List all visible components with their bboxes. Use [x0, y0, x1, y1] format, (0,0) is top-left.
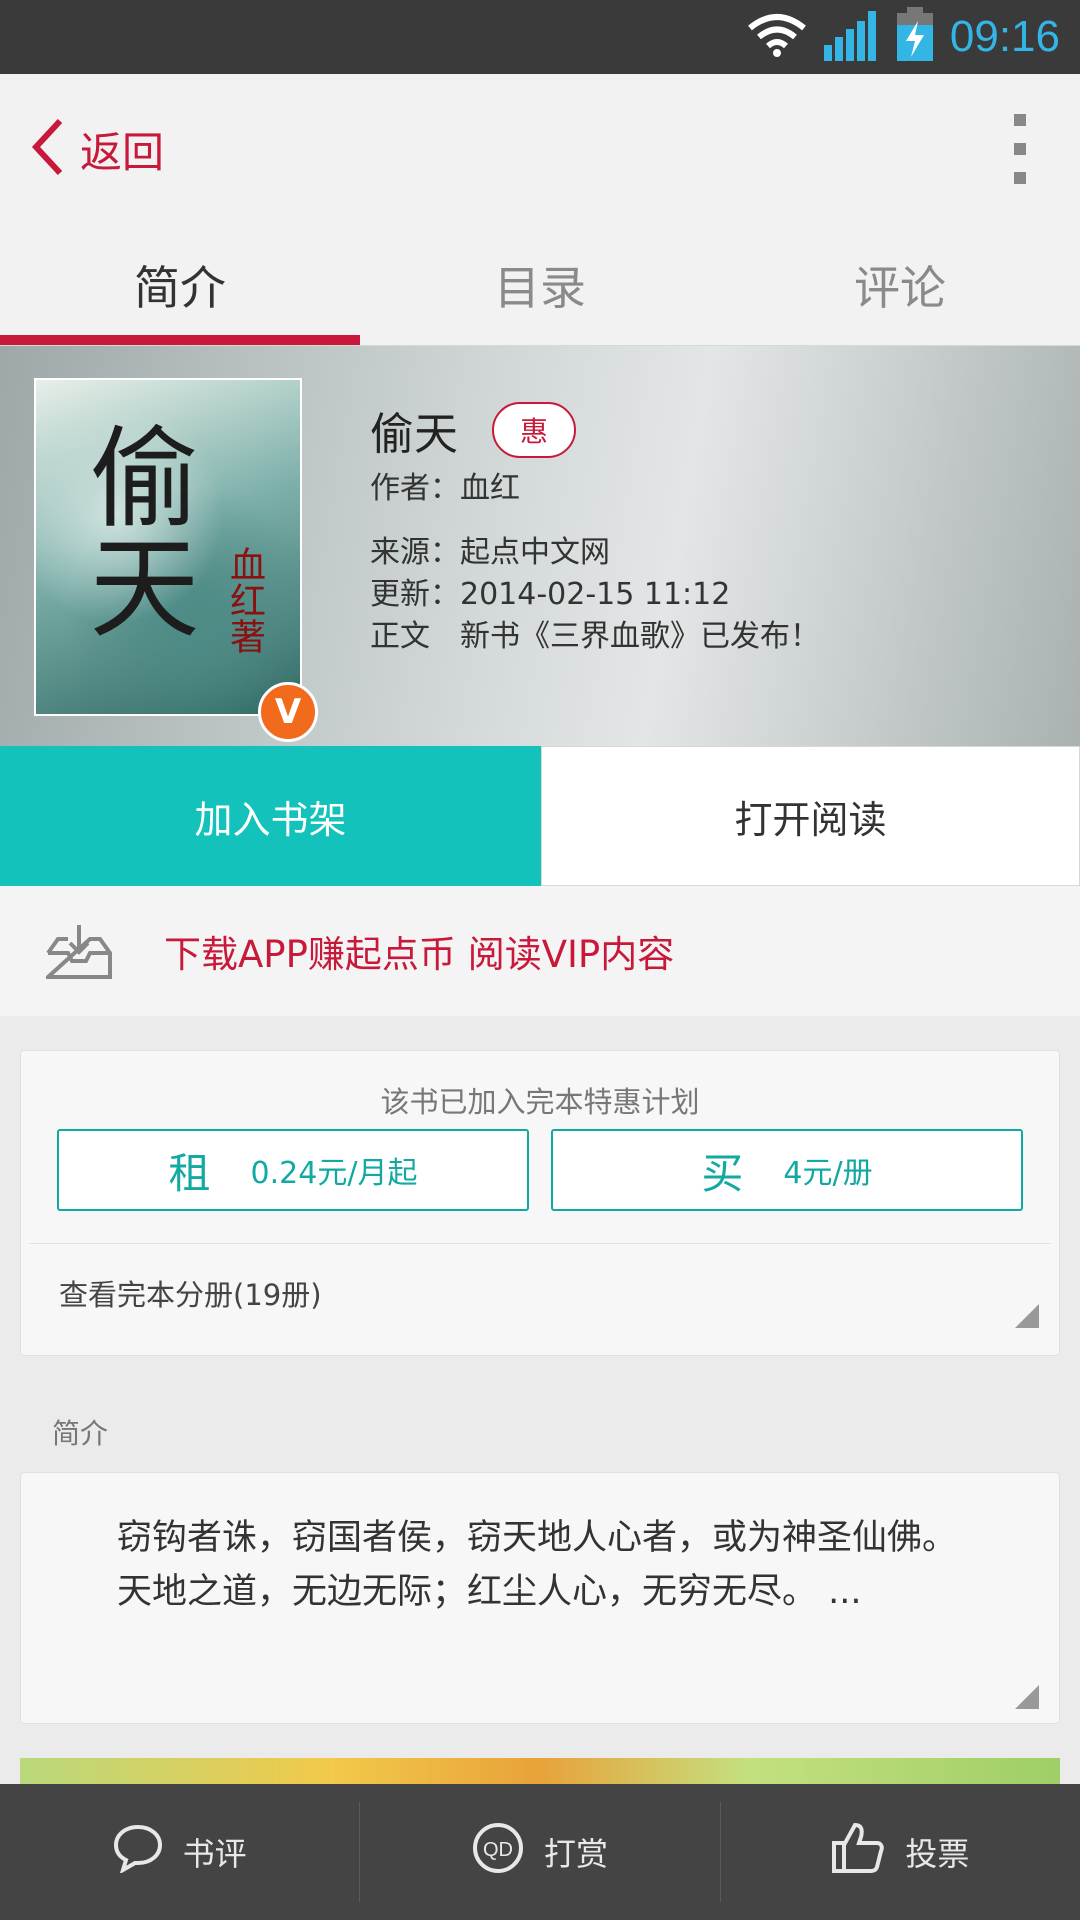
thumbs-up-icon	[831, 1821, 885, 1883]
top-bar: 返回	[0, 74, 1080, 224]
tab-intro[interactable]: 简介	[0, 224, 360, 345]
wifi-icon	[746, 12, 808, 62]
back-button[interactable]: 返回	[30, 99, 164, 199]
download-app-link[interactable]: 下载APP赚起点币 阅读VIP内容	[164, 924, 674, 978]
rent-label: 租	[168, 1148, 211, 1198]
view-volumes-label: 查看完本分册(19册)	[59, 1278, 322, 1312]
cover-title: 偷天	[70, 420, 199, 640]
book-header: 偷天 血红著 V 偷天 惠 作者：血红 来源：起点中文网 更新：2014-02-…	[0, 346, 1080, 746]
signal-icon	[823, 9, 880, 65]
expand-corner-icon	[1015, 1685, 1039, 1709]
plan-title: 该书已加入完本特惠计划	[380, 1085, 700, 1119]
intro-text: 窃钩者诛，窃国者侯，窃天地人心者，或为神圣仙佛。 天地之道，无边无际；红尘人心，…	[21, 1473, 1059, 1619]
rent-button[interactable]: 租 0.24元/月起	[57, 1129, 529, 1211]
vote-button[interactable]: 投票	[721, 1802, 1080, 1902]
add-to-shelf-button[interactable]: 加入书架	[0, 746, 541, 886]
action-row: 加入书架 打开阅读	[0, 746, 1080, 886]
review-label: 书评	[182, 1835, 247, 1873]
view-volumes-link[interactable]: 查看完本分册(19册)	[21, 1244, 1059, 1342]
expand-corner-icon	[1015, 1304, 1039, 1328]
intro-paragraph: 天地之道，无边无际；红尘人心，无穷无尽。 ...	[117, 1572, 862, 1612]
book-author: 作者：血红	[370, 471, 520, 506]
book-cover[interactable]: 偷天 血红著	[34, 378, 302, 716]
tab-catalog[interactable]: 目录	[360, 224, 720, 345]
intro-section-label: 简介	[52, 1417, 109, 1450]
buy-button[interactable]: 买 4元/册	[551, 1129, 1023, 1211]
download-tray-icon	[42, 923, 112, 979]
discount-plan-card: 该书已加入完本特惠计划 租 0.24元/月起 买 4元/册 查看完本分册(19册…	[20, 1050, 1060, 1356]
promo-tag: 惠	[492, 402, 577, 458]
more-options-button[interactable]	[990, 114, 1050, 184]
book-info: 偷天 惠 作者：血红 来源：起点中文网 更新：2014-02-15 11:12 …	[370, 400, 1060, 658]
intro-paragraph: 窃钩者诛，窃国者侯，窃天地人心者，或为神圣仙佛。	[117, 1518, 958, 1558]
tab-bar: 简介 目录 评论	[0, 224, 1080, 346]
more-dot-icon	[1014, 114, 1026, 126]
book-latest-chapter: 正文 新书《三界血歌》已发布！	[370, 619, 820, 654]
book-source: 来源：起点中文网	[370, 535, 610, 570]
status-bar: 09:16	[0, 0, 1080, 74]
back-label: 返回	[80, 127, 165, 177]
book-update-time: 更新：2014-02-15 11:12	[370, 577, 731, 612]
buy-label: 买	[701, 1148, 744, 1198]
chevron-left-icon	[30, 117, 64, 181]
more-dot-icon	[1014, 143, 1026, 155]
download-app-row[interactable]: 下载APP赚起点币 阅读VIP内容	[0, 886, 1080, 1016]
book-title: 偷天	[370, 409, 458, 460]
review-button[interactable]: 书评	[0, 1802, 361, 1902]
speech-bubble-icon	[113, 1823, 163, 1881]
reward-button[interactable]: QD 打赏	[360, 1802, 721, 1902]
vip-badge: V	[258, 682, 318, 742]
qd-coin-icon: QD	[472, 1822, 524, 1882]
open-read-button[interactable]: 打开阅读	[541, 746, 1080, 886]
rent-price: 0.24元/月起	[250, 1156, 418, 1191]
vote-label: 投票	[905, 1835, 970, 1873]
status-time: 09:16	[949, 12, 1060, 61]
more-dot-icon	[1014, 172, 1026, 184]
intro-card[interactable]: 窃钩者诛，窃国者侯，窃天地人心者，或为神圣仙佛。 天地之道，无边无际；红尘人心，…	[20, 1472, 1060, 1724]
cover-author: 血红著	[224, 546, 265, 654]
buy-price: 4元/册	[783, 1156, 873, 1191]
reward-label: 打赏	[543, 1835, 608, 1873]
bottom-bar: 书评 QD 打赏 投票	[0, 1784, 1080, 1920]
svg-text:QD: QD	[483, 1839, 513, 1861]
battery-charging-icon	[896, 7, 934, 67]
tab-comments[interactable]: 评论	[720, 224, 1080, 345]
